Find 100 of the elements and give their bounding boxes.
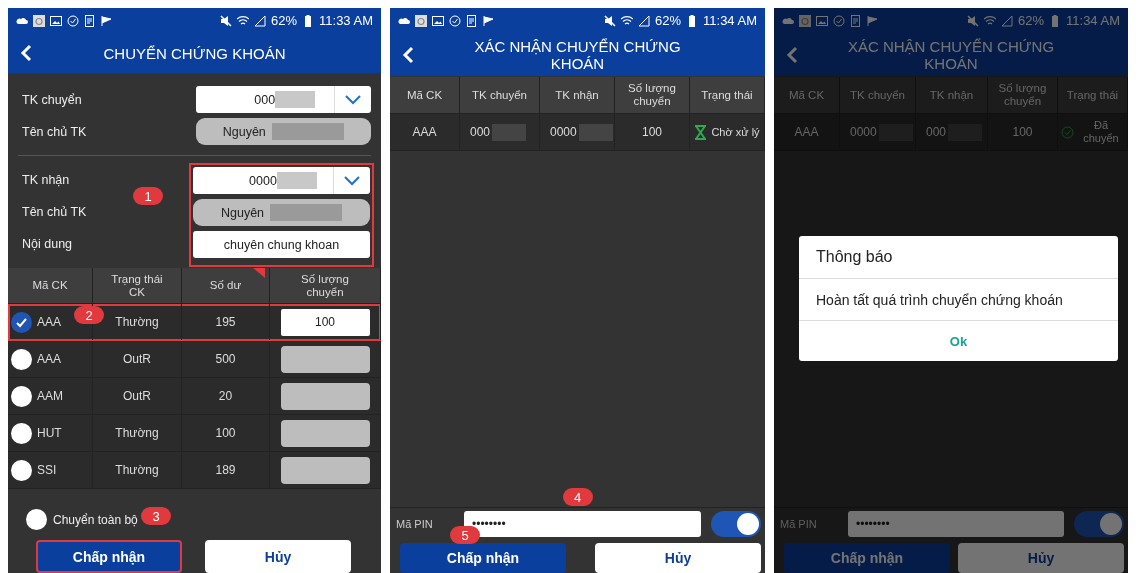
dialog-title: Thông báo [799,236,1118,279]
quantity-field[interactable]: 100 [280,308,370,336]
battery-level: 62% [655,13,682,28]
screen-title: XÁC NHẬN CHUYỂN CHỨNG KHOÁN [846,37,1056,72]
table-cell: OutR [93,341,182,377]
flag-icon [867,14,879,27]
table-cell: AAA [390,114,460,150]
column-header: Trạng thái CK [93,268,182,303]
table-cell: 189 [182,452,270,488]
row-checkbox[interactable] [11,422,32,444]
table-cell: Thường [93,452,182,488]
wifi-icon [237,14,249,27]
image-icon [432,14,444,27]
screen-title: CHUYỂN CHỨNG KHOÁN [102,44,287,62]
cancel-button[interactable]: Hủy [595,543,761,573]
document-icon [466,14,478,27]
accept-button[interactable]: Chấp nhận [36,540,182,573]
redacted-block [492,123,527,141]
table-cell: 195 [182,304,270,340]
step-number-badge: 1 [133,187,163,205]
chevron-down-icon [344,175,360,186]
table-cell: AAA [774,114,840,150]
field-label: Tên chủ TK [21,124,88,139]
column-header: Mã CK [390,77,460,113]
field-label: Tên chủ TK [21,204,88,221]
table-row[interactable]: AAA OutR 500 [8,341,381,378]
status-text: Đã chuyển [1082,119,1120,145]
quantity-field[interactable] [280,345,370,373]
account-dropdown[interactable]: 000 [195,86,371,113]
accept-button[interactable]: Chấp nhận [400,543,566,573]
clock: 11:34 AM [703,13,757,28]
column-header: Mã CK [8,268,93,303]
account-number: 0000 [550,125,577,139]
signal-icon [638,14,650,27]
mute-icon [220,14,232,27]
step-number-badge: 3 [141,507,171,525]
mute-icon [967,14,979,27]
row-checkbox[interactable] [11,385,32,407]
table-row[interactable]: HUT Thường 100 [8,415,381,452]
power-icon [33,14,45,27]
step-number-badge: 4 [562,488,593,506]
redacted-block [276,172,317,189]
account-number: 000 [470,125,491,139]
quantity-field[interactable] [280,456,370,484]
pin-field[interactable]: •••••••• [848,511,1064,537]
field-label: Mã PIN [780,518,818,530]
step-number-badge: 5 [450,526,480,544]
power-icon [799,14,811,27]
account-number: 0000 [249,173,277,188]
stock-code: AAA [37,352,61,366]
column-header: Số lượng chuyển [988,77,1058,113]
row-checkbox[interactable] [11,311,32,333]
step-number-badge: 2 [74,306,104,324]
transfer-all-checkbox[interactable] [26,509,47,530]
wifi-icon [984,14,996,27]
stock-code: SSI [37,463,57,477]
account-dropdown[interactable]: 0000 [193,167,370,194]
chevron-down-icon [345,94,361,105]
power-icon [415,14,427,27]
flag-icon [101,14,113,27]
image-icon [816,14,828,27]
field-label: TK nhận [21,172,71,189]
signal-icon [254,14,266,27]
check-circle-icon [449,14,461,27]
toggle-switch[interactable] [711,511,761,537]
column-header: TK chuyển [840,77,916,113]
checkbox-label: Chuyển toàn bộ [53,512,138,527]
quantity-field[interactable] [280,419,370,447]
table-cell: Thường [93,415,182,451]
stock-code: AAA [37,315,61,329]
wifi-icon [621,14,633,27]
quantity-field[interactable] [280,382,370,410]
owner-name: Nguyên [222,124,266,139]
cancel-button[interactable]: Hủy [958,543,1124,573]
column-header: Trạng thái [1058,77,1128,113]
column-header: Mã CK [774,77,840,113]
cancel-button[interactable]: Hủy [205,540,351,573]
flag-icon [483,14,495,27]
column-header: Trạng thái [690,77,765,113]
table-row[interactable]: AAA 2 Thường 195 100 [8,304,381,341]
document-icon [850,14,862,27]
column-header: TK chuyển [460,77,540,113]
toggle-switch[interactable] [1074,511,1124,537]
table-row[interactable]: SSI Thường 189 [8,452,381,489]
table-cell: 100 [615,114,690,150]
check-circle-icon [833,14,845,27]
content-field[interactable]: chuyên chung khoan [193,231,370,258]
row-checkbox[interactable] [11,459,32,481]
column-header: Số lượng chuyển [615,77,690,113]
image-icon [50,14,62,27]
screen-title: XÁC NHẬN CHUYỂN CHỨNG KHOÁN [473,37,682,72]
table-row[interactable]: AAM OutR 20 [8,378,381,415]
owner-name: Nguyên [220,205,265,220]
mute-icon [604,14,616,27]
row-checkbox[interactable] [11,348,32,370]
account-number: 000 [926,125,947,139]
account-number: 000 [254,92,276,107]
column-header: TK nhận [540,77,615,113]
clock: 11:34 AM [1066,13,1120,28]
accept-button[interactable]: Chấp nhận [784,543,950,573]
